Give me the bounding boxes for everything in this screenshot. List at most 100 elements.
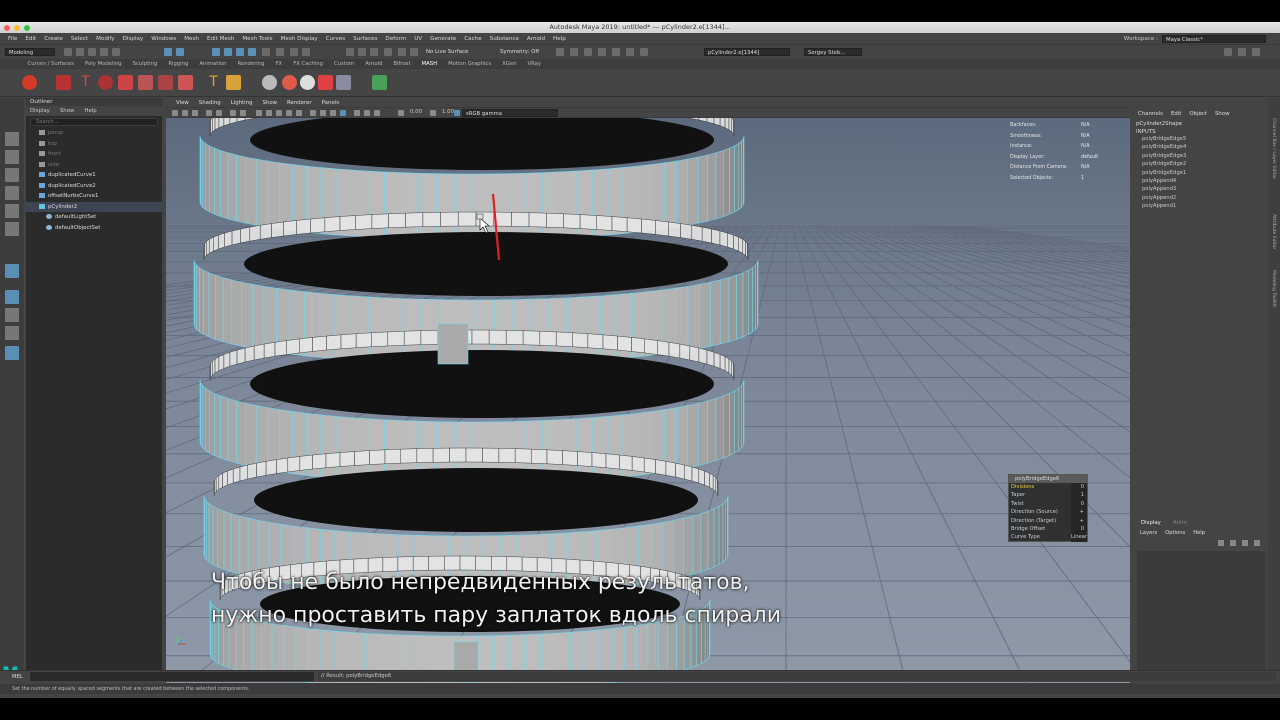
in-view-editor-row[interactable]: Curve Type Linear xyxy=(1009,533,1087,542)
history-icon[interactable] xyxy=(384,48,392,56)
film-gate-icon[interactable] xyxy=(230,110,236,116)
outliner-item[interactable]: duplicatedCurve2 xyxy=(26,181,162,192)
outliner-menu-show[interactable]: Show xyxy=(60,108,75,114)
motion-blur-icon[interactable] xyxy=(330,110,336,116)
selection-field[interactable]: pCylinder2.e[1344] xyxy=(704,48,790,56)
outliner-search-input[interactable]: Search... xyxy=(30,118,158,126)
render-settings-icon[interactable] xyxy=(584,48,592,56)
menu-modify[interactable]: Modify xyxy=(92,36,119,42)
select-by-object-icon[interactable] xyxy=(176,48,184,56)
in-view-editor-row[interactable]: Taper 1 xyxy=(1009,491,1087,500)
highlight-mode-icon[interactable] xyxy=(276,48,284,56)
persp-outliner-layout-icon[interactable] xyxy=(5,326,19,340)
channel-box-side-tab[interactable]: Channel Box / Layer Editor xyxy=(1271,118,1276,179)
render-setup-icon[interactable] xyxy=(410,48,418,56)
image-plane-icon[interactable] xyxy=(206,110,212,116)
magnet-icon[interactable] xyxy=(398,48,406,56)
layer-list[interactable] xyxy=(1137,551,1265,679)
layer-menu-help[interactable]: Help xyxy=(1193,530,1205,536)
lights-icon[interactable] xyxy=(296,110,302,116)
shelf-tab-vray[interactable]: VRay xyxy=(522,61,547,67)
exposure-field[interactable]: 0.00 xyxy=(410,109,422,115)
menu-edit-mesh[interactable]: Edit Mesh xyxy=(203,36,238,42)
in-view-editor-value[interactable]: 0 xyxy=(1071,524,1087,534)
lock-selection-icon[interactable] xyxy=(262,48,270,56)
menu-windows[interactable]: Windows xyxy=(147,36,180,42)
select-face-icon[interactable] xyxy=(236,48,244,56)
shadows-icon[interactable] xyxy=(310,110,316,116)
outliner-item[interactable]: duplicatedCurve1 xyxy=(26,170,162,181)
gamma-field[interactable]: 1.00 xyxy=(442,109,454,115)
input-node-item[interactable]: polyAppend2 xyxy=(1134,194,1268,202)
shelf-tab-sculpting[interactable]: Sculpting xyxy=(127,61,163,67)
menu-mesh-display[interactable]: Mesh Display xyxy=(277,36,322,42)
menu-create[interactable]: Create xyxy=(40,36,67,42)
outliner-layout-icon[interactable] xyxy=(5,346,19,360)
wireframe-on-shaded-icon[interactable] xyxy=(276,110,282,116)
mash-network-icon[interactable] xyxy=(22,75,37,90)
mash-flight-icon[interactable] xyxy=(138,75,153,90)
viewport-menu-shading[interactable]: Shading xyxy=(194,100,226,106)
viewport-menu-lighting[interactable]: Lighting xyxy=(226,100,258,106)
shelf-tab-mash[interactable]: MASH xyxy=(416,61,443,67)
viewport-menu-show[interactable]: Show xyxy=(258,100,283,106)
outliner-item[interactable]: front xyxy=(26,149,162,160)
redo-icon[interactable] xyxy=(112,48,120,56)
zoom-window-button[interactable] xyxy=(24,24,30,31)
tool-settings-icon[interactable] xyxy=(1252,48,1260,56)
in-view-editor-row[interactable]: Divisions 0 xyxy=(1009,483,1087,492)
ambient-occlusion-icon[interactable] xyxy=(320,110,326,116)
outliner-item[interactable]: side xyxy=(26,160,162,171)
menu-curves[interactable]: Curves xyxy=(322,36,349,42)
lasso-tool-icon[interactable] xyxy=(5,150,19,164)
channel-menu-show[interactable]: Show xyxy=(1215,111,1230,117)
channel-menu-object[interactable]: Object xyxy=(1189,111,1207,117)
new-layer-icon[interactable] xyxy=(1242,540,1248,546)
select-tool-icon[interactable] xyxy=(5,132,19,146)
modeling-toolkit-side-tab[interactable]: Modeling Toolkit xyxy=(1271,270,1276,307)
shelf-tab-fx-caching[interactable]: FX Caching xyxy=(288,61,329,67)
resolution-gate-icon[interactable] xyxy=(240,110,246,116)
layer-tab-anim[interactable]: Anim xyxy=(1173,520,1187,526)
in-view-editor-value[interactable]: 0 xyxy=(1071,499,1087,509)
move-layer-down-icon[interactable] xyxy=(1230,540,1236,546)
in-view-editor-value[interactable]: 0 xyxy=(1071,483,1087,492)
render-frame-icon[interactable] xyxy=(556,48,564,56)
grid-icon[interactable] xyxy=(216,110,222,116)
snap-point-icon[interactable] xyxy=(346,48,354,56)
shelf-tab-animation[interactable]: Animation xyxy=(194,61,232,67)
snap-view-icon[interactable] xyxy=(358,48,366,56)
outliner-item[interactable]: offsetNurbsCurve1 xyxy=(26,191,162,202)
mash-outliner-icon[interactable] xyxy=(372,75,387,90)
input-node-item[interactable]: polyBridgeEdge3 xyxy=(1134,152,1268,160)
attribute-editor-icon[interactable] xyxy=(1238,48,1246,56)
layer-menu-options[interactable]: Options xyxy=(1165,530,1185,536)
isolate-select-icon[interactable] xyxy=(354,110,360,116)
select-edge-icon[interactable] xyxy=(224,48,232,56)
shelf-tab-curves-surfaces[interactable]: Curves / Surfaces xyxy=(22,61,79,67)
outliner-menu-help[interactable]: Help xyxy=(84,108,96,114)
single-view-layout-icon[interactable] xyxy=(5,264,19,278)
menu-deform[interactable]: Deform xyxy=(381,36,410,42)
minimize-window-button[interactable] xyxy=(14,24,20,31)
layer-menu-layers[interactable]: Layers xyxy=(1140,530,1157,536)
menu-select[interactable]: Select xyxy=(67,36,92,42)
outliner-item[interactable]: top xyxy=(26,139,162,150)
svg-tool-icon[interactable] xyxy=(226,75,241,90)
channel-object-name[interactable]: pCylinder2Shape xyxy=(1134,121,1268,127)
select-camera-icon[interactable] xyxy=(172,110,178,116)
menu-file[interactable]: File xyxy=(4,36,21,42)
menu-display[interactable]: Display xyxy=(119,36,148,42)
exposure-icon[interactable] xyxy=(398,110,404,116)
snap-curve-icon[interactable] xyxy=(302,48,310,56)
close-window-button[interactable] xyxy=(4,24,10,31)
viewport-menu-view[interactable]: View xyxy=(171,100,194,106)
shelf-tab-motion-graphics[interactable]: Motion Graphics xyxy=(443,61,497,67)
menu-uv[interactable]: UV xyxy=(410,36,426,42)
open-scene-icon[interactable] xyxy=(76,48,84,56)
shelf-tab-rigging[interactable]: Rigging xyxy=(163,61,194,67)
menu-set-dropdown[interactable]: Modeling xyxy=(5,48,55,56)
view-transform-dropdown[interactable]: sRGB gamma xyxy=(462,109,558,117)
type-tool-icon[interactable]: T xyxy=(206,75,221,90)
xray-icon[interactable] xyxy=(364,110,370,116)
